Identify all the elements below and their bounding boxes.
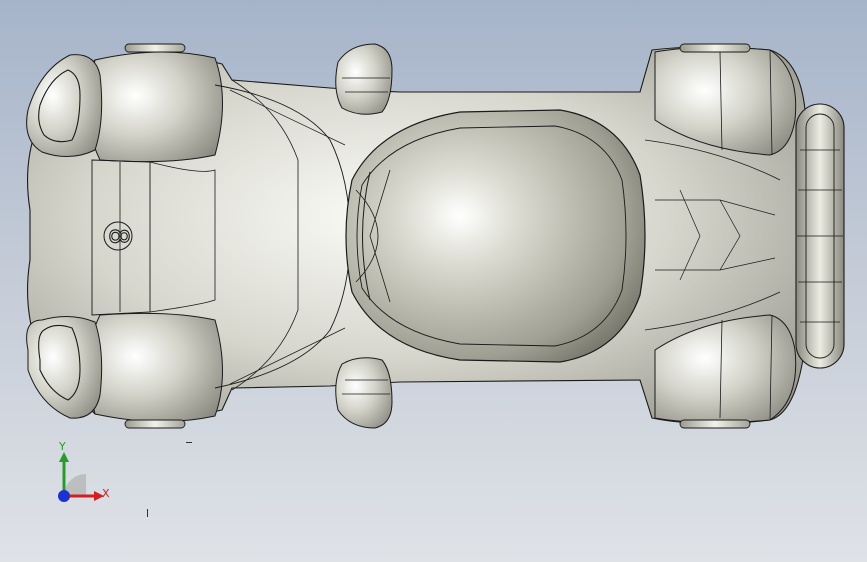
- part-number-label: 8: [103, 228, 133, 245]
- wheel-front-top: [124, 43, 186, 53]
- headlamp-pod-bottom: [26, 316, 103, 419]
- z-axis-dot: [58, 490, 70, 502]
- graphics-viewport[interactable]: 8 Y X: [0, 0, 867, 562]
- mirror-top: [335, 43, 393, 115]
- fender-front-bottom: [88, 312, 223, 422]
- wheel-rear-top: [679, 43, 751, 53]
- triad-graphic: [58, 452, 104, 502]
- y-axis-label: Y: [59, 440, 66, 453]
- wheel-rear-bottom: [679, 419, 751, 429]
- x-axis-label: X: [102, 487, 110, 500]
- y-axis-arrow: [59, 452, 69, 462]
- stray-mark-1: [186, 442, 192, 443]
- orientation-triad[interactable]: Y X: [40, 438, 130, 518]
- wheel-front-bottom: [124, 419, 186, 429]
- mirror-bottom: [335, 357, 393, 429]
- stray-mark-2: [147, 509, 148, 517]
- car-model-top-view[interactable]: 8: [0, 0, 867, 562]
- fender-front-top: [88, 51, 223, 163]
